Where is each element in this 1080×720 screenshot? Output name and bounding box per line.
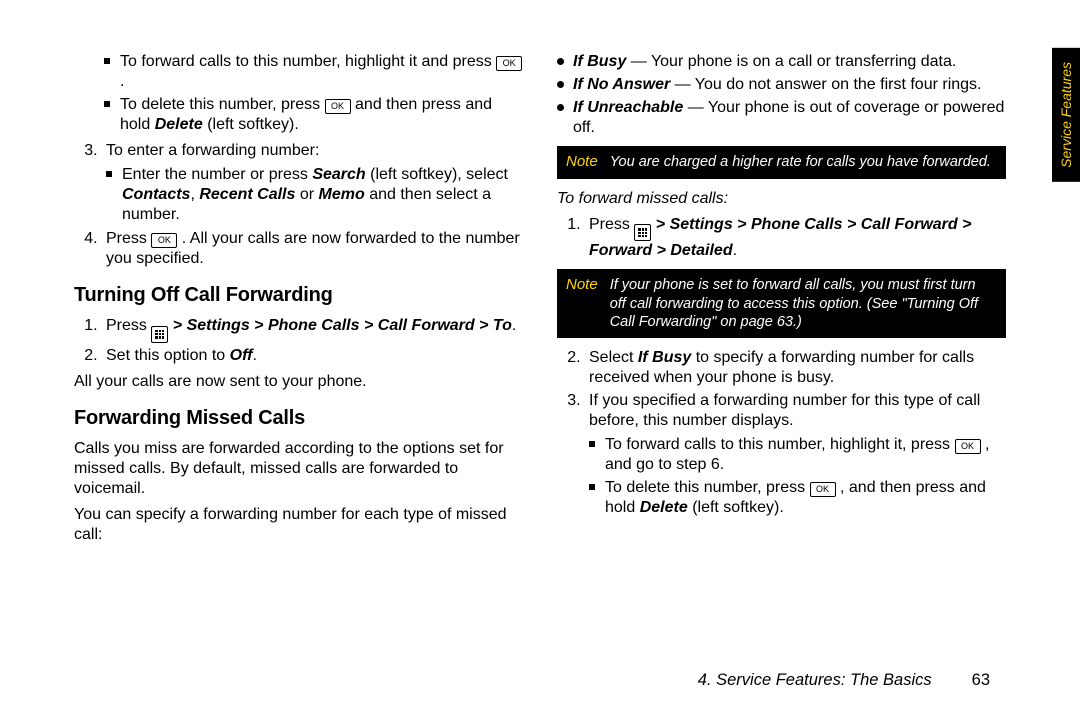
menu-key-icon (151, 326, 168, 343)
content-columns: To forward calls to this number, highlig… (74, 48, 1006, 551)
column-right: If Busy — Your phone is on a call or tra… (557, 48, 1006, 551)
step-3: To enter a forwarding number: Enter the … (102, 141, 523, 225)
heading-forwarding-missed-calls: Forwarding Missed Calls (74, 406, 523, 431)
ok-key-icon: OK (955, 439, 981, 454)
option-off: Off (230, 347, 253, 364)
text: or (295, 186, 318, 203)
ok-key-icon: OK (151, 233, 177, 248)
step-3: If you specified a forwarding number for… (585, 391, 1006, 518)
subheading-to-forward-missed-calls: To forward missed calls: (557, 189, 1006, 209)
text: (left softkey). (692, 499, 784, 516)
sublist-enter-number: Enter the number or press Search (left s… (106, 165, 523, 225)
option-label: If Busy (573, 53, 626, 70)
note-box: Note If your phone is set to forward all… (557, 269, 1006, 337)
text: Press (106, 230, 151, 247)
text: — Your phone is on a call or transferrin… (626, 53, 956, 70)
option-label: If No Answer (573, 76, 670, 93)
column-left: To forward calls to this number, highlig… (74, 48, 523, 551)
softkey-delete: Delete (155, 116, 203, 133)
steps-turn-off: Press > Settings > Phone Calls > Call Fo… (74, 316, 523, 366)
step-2: Set this option to Off. (102, 346, 523, 366)
note-label: Note (558, 270, 606, 336)
option-label: If Unreachable (573, 99, 683, 116)
step-1: Press > Settings > Phone Calls > Call Fo… (585, 215, 1006, 262)
paragraph: Calls you miss are forwarded according t… (74, 439, 523, 499)
manual-page: Service Features To forward calls to thi… (0, 0, 1080, 720)
page-number: 63 (972, 671, 990, 690)
option-if-no-answer: If No Answer — You do not answer on the … (557, 75, 1006, 95)
sublist: To forward calls to this number, highlig… (589, 435, 1006, 518)
text: — You do not answer on the first four ri… (670, 76, 981, 93)
step-2: Select If Busy to specify a forwarding n… (585, 348, 1006, 388)
menu-memo: Memo (319, 186, 365, 203)
side-tab-service-features: Service Features (1052, 48, 1080, 182)
steps-forward-missed: Press > Settings > Phone Calls > Call Fo… (557, 215, 1006, 262)
note-label: Note (558, 147, 606, 178)
sublist-item: To delete this number, press OK and then… (104, 95, 523, 135)
note-box: Note You are charged a higher rate for c… (557, 146, 1006, 179)
option-if-busy: If Busy — Your phone is on a call or tra… (557, 52, 1006, 72)
text: If you specified a forwarding number for… (589, 392, 980, 429)
ok-key-icon: OK (496, 56, 522, 71)
option-if-unreachable: If Unreachable — Your phone is out of co… (557, 98, 1006, 138)
text: Set this option to (106, 347, 230, 364)
steps-forward-missed-cont: Select If Busy to specify a forwarding n… (557, 348, 1006, 518)
option-if-busy: If Busy (638, 349, 691, 366)
text: To delete this number, press (605, 479, 810, 496)
text: To forward calls to this number, highlig… (605, 436, 955, 453)
ok-key-icon: OK (325, 99, 351, 114)
text: Select (589, 349, 638, 366)
result-text: All your calls are now sent to your phon… (74, 372, 523, 392)
sublist-item: To forward calls to this number, highlig… (104, 52, 523, 92)
text: Press (106, 317, 151, 334)
menu-recent-calls: Recent Calls (199, 186, 295, 203)
nav-path: > Settings > Phone Calls > Call Forward … (173, 317, 512, 334)
text: To enter a forwarding number: (106, 142, 319, 159)
text: Enter the number or press (122, 166, 312, 183)
text: To delete this number, press (120, 96, 325, 113)
option-list: If Busy — Your phone is on a call or tra… (557, 52, 1006, 138)
sublist-item: Enter the number or press Search (left s… (106, 165, 523, 225)
sublist-item: To forward calls to this number, highlig… (589, 435, 1006, 475)
softkey-search: Search (312, 166, 365, 183)
page-footer: 4. Service Features: The Basics 63 (698, 671, 990, 690)
note-text: If your phone is set to forward all call… (606, 270, 1005, 336)
text: To forward calls to this number, highlig… (120, 53, 496, 70)
paragraph: You can specify a forwarding number for … (74, 505, 523, 545)
text: , (190, 186, 199, 203)
step-1: Press > Settings > Phone Calls > Call Fo… (102, 316, 523, 343)
menu-key-icon (634, 224, 651, 241)
menu-contacts: Contacts (122, 186, 190, 203)
ok-key-icon: OK (810, 482, 836, 497)
step-4: Press OK . All your calls are now forwar… (102, 229, 523, 269)
softkey-delete: Delete (640, 499, 688, 516)
footer-chapter: 4. Service Features: The Basics (698, 671, 932, 690)
sublist-forward-or-delete: To forward calls to this number, highlig… (74, 52, 523, 135)
sublist-item: To delete this number, press OK , and th… (589, 478, 1006, 518)
heading-turning-off-call-forwarding: Turning Off Call Forwarding (74, 283, 523, 308)
text: Press (589, 216, 634, 233)
text: (left softkey). (207, 116, 299, 133)
ordered-list-continued: To enter a forwarding number: Enter the … (74, 141, 523, 269)
text: (left softkey), select (370, 166, 508, 183)
note-text: You are charged a higher rate for calls … (606, 147, 1005, 178)
